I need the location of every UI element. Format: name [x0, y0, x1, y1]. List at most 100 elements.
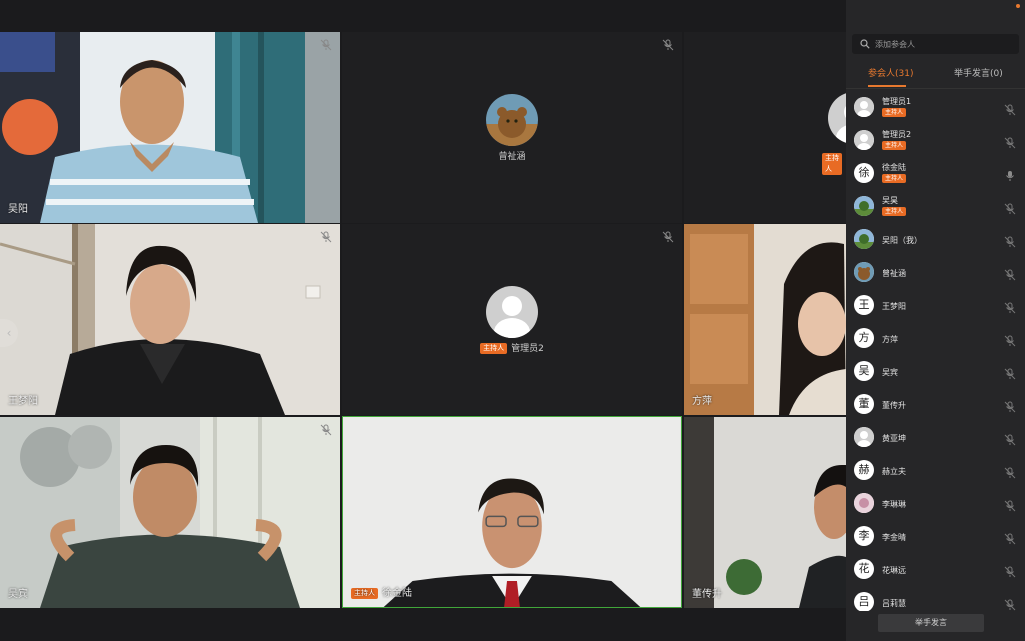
participant-row[interactable]: 吴阳（我） [846, 223, 1025, 256]
video-feed [343, 417, 681, 607]
video-tile[interactable]: 曾祉涵 [342, 32, 682, 223]
video-feed [684, 224, 846, 415]
avatar: 李 [854, 526, 874, 546]
video-feed [684, 417, 846, 608]
participant-name: 管理员1 [882, 97, 912, 106]
avatar-icon [828, 92, 846, 144]
raise-hand-button[interactable]: 举手发言 [878, 614, 984, 632]
participant-row[interactable]: 花花琳远 [846, 553, 1025, 586]
participant-list: 管理员1 主持人 管理员2 主持人徐徐金陆 主持人 吴昊 主持人 吴阳（我） 曾祉涵王王梦阳方方… [846, 91, 1025, 611]
participant-name: 王梦阳 [8, 396, 38, 407]
mic-muted-icon[interactable] [1004, 596, 1016, 611]
mic-muted-icon[interactable] [1004, 233, 1016, 248]
participant-row[interactable]: 管理员1 主持人 [846, 91, 1025, 124]
panel-tabs: 参会人(31) 举手发言(0) [846, 66, 1025, 87]
video-tile[interactable]: 主持人 管理员2 [342, 224, 682, 415]
participant-name: 管理员2 [882, 130, 912, 139]
participant-name: 吴宾 [882, 368, 898, 377]
participant-name: 黄亚坤 [882, 434, 906, 443]
mic-muted-icon[interactable] [1004, 563, 1016, 578]
video-feed [0, 224, 340, 415]
participant-name: 董传升 [882, 401, 906, 410]
mic-icon[interactable] [1004, 167, 1016, 181]
tab-raise-hand[interactable]: 举手发言(0) [954, 66, 1003, 79]
participant-row[interactable]: 曾祉涵 [846, 256, 1025, 289]
participant-name: 主持人 管理员2 [342, 341, 682, 354]
video-tile[interactable]: 方萍 [684, 224, 846, 415]
video-feed [0, 417, 340, 608]
mic-muted-icon[interactable] [1004, 299, 1016, 314]
mic-muted-icon[interactable] [1004, 332, 1016, 347]
video-tile[interactable]: 吴宾 [0, 417, 340, 608]
host-badge: 主持人 [480, 342, 508, 354]
tab-participants[interactable]: 参会人(31) [868, 66, 913, 79]
participant-row[interactable]: 王王梦阳 [846, 289, 1025, 322]
mic-muted-icon[interactable] [1004, 134, 1016, 149]
participant-row[interactable]: 赫赫立夫 [846, 454, 1025, 487]
host-badge: 主持人 [882, 141, 907, 150]
participant-name: 徐金陆 [882, 163, 906, 172]
video-tile[interactable]: 董传升 [684, 417, 846, 608]
avatar [854, 493, 874, 513]
mic-muted-icon [662, 39, 674, 51]
mic-muted-icon[interactable] [1004, 200, 1016, 215]
avatar [854, 262, 874, 282]
participant-row[interactable]: 吴昊 主持人 [846, 190, 1025, 223]
mic-muted-icon[interactable] [1004, 398, 1016, 413]
mic-muted-icon [320, 231, 332, 243]
avatar [854, 427, 874, 447]
video-tile[interactable]: 主持人 [684, 32, 846, 223]
avatar: 董 [854, 394, 874, 414]
host-badge: 主持人 [882, 174, 907, 183]
participant-row[interactable]: 吴吴宾 [846, 355, 1025, 388]
video-tile-active-speaker[interactable]: 主持人 徐金陆 [342, 416, 682, 608]
add-participant-input[interactable] [875, 39, 1005, 49]
avatar [854, 229, 874, 249]
participant-row[interactable]: 徐徐金陆主持人 [846, 157, 1025, 190]
participant-name: 李琳琳 [882, 500, 906, 509]
participant-name: 吴阳 [8, 204, 28, 215]
participant-row[interactable]: 吕吕莉慧 [846, 586, 1025, 611]
host-badge: 主持人 [882, 207, 907, 216]
avatar: 吴 [854, 361, 874, 381]
mic-muted-icon[interactable] [1004, 530, 1016, 545]
avatar: 王 [854, 295, 874, 315]
mic-muted-icon [320, 424, 332, 436]
video-tile[interactable]: 吴阳 [0, 32, 340, 223]
participant-name: 主持人 徐金陆 [351, 584, 412, 599]
avatar: 赫 [854, 460, 874, 480]
participant-row[interactable]: 管理员2 主持人 [846, 124, 1025, 157]
participant-name: 吴阳（我） [882, 236, 922, 245]
host-badge: 主持人 [882, 108, 907, 117]
participant-name: 花琳远 [882, 566, 906, 575]
video-feed [0, 32, 340, 223]
avatar [854, 97, 874, 117]
mic-muted-icon[interactable] [1004, 464, 1016, 479]
participant-name: 方萍 [882, 335, 898, 344]
mic-muted-icon[interactable] [1004, 497, 1016, 512]
avatar [854, 130, 874, 150]
participant-row[interactable]: 方方萍 [846, 322, 1025, 355]
bear-avatar-icon [486, 93, 538, 146]
mic-muted-icon [662, 231, 674, 243]
avatar [854, 196, 874, 216]
participant-row[interactable]: 李李金晴 [846, 520, 1025, 553]
participant-name: 董传升 [692, 589, 722, 600]
search-icon [860, 39, 870, 49]
participant-name: 曾祉涵 [498, 151, 526, 162]
search-box[interactable] [852, 34, 1019, 54]
mic-muted-icon[interactable] [1004, 365, 1016, 380]
participant-row[interactable]: 李琳琳 [846, 487, 1025, 520]
participant-row[interactable]: 董董传升 [846, 388, 1025, 421]
participant-name: 吴宾 [8, 589, 28, 600]
mic-muted-icon[interactable] [1004, 101, 1016, 116]
participant-name: 赫立夫 [882, 467, 906, 476]
mic-muted-icon[interactable] [1004, 431, 1016, 446]
avatar-icon [486, 285, 538, 338]
mic-muted-icon[interactable] [1004, 266, 1016, 281]
participant-row[interactable]: 黄亚坤 [846, 421, 1025, 454]
participant-name: 曾祉涵 [882, 269, 906, 278]
notification-dot [1016, 4, 1020, 8]
video-tile[interactable]: 王梦阳 [0, 224, 340, 415]
avatar: 徐 [854, 163, 874, 183]
